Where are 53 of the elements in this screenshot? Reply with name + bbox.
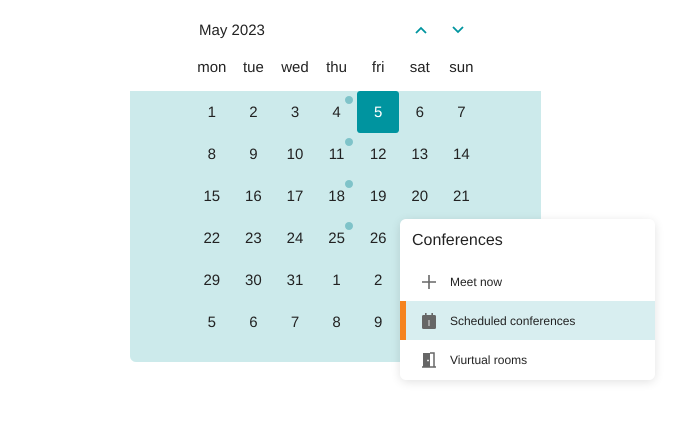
chevron-up-icon <box>415 26 427 34</box>
weekday-label: wed <box>280 58 310 76</box>
weekday-label: thu <box>325 58 348 76</box>
calendar-day[interactable]: 14 <box>440 133 482 175</box>
calendar-day[interactable]: 10 <box>274 133 316 175</box>
calendar-day[interactable]: 20 <box>398 175 441 217</box>
menu-title: Conferences <box>411 231 504 251</box>
calendar-day[interactable]: 3 <box>274 91 316 133</box>
calendar-day[interactable]: 2 <box>357 259 399 301</box>
calendar-day[interactable]: 11 <box>316 133 358 175</box>
calendar-day[interactable]: 16 <box>232 175 274 217</box>
calendar-day[interactable]: 12 <box>357 133 399 175</box>
calendar-day[interactable]: 6 <box>398 91 441 133</box>
chevron-down-icon <box>452 26 464 34</box>
weekday-label: tue <box>242 58 265 76</box>
calendar-day[interactable]: 8 <box>191 133 233 175</box>
calendar-day[interactable]: 29 <box>191 259 233 301</box>
calendar-day[interactable]: 22 <box>191 217 233 259</box>
calendar-day[interactable]: 31 <box>274 259 316 301</box>
calendar-day[interactable]: 23 <box>232 217 274 259</box>
calendar-day[interactable]: 21 <box>440 175 482 217</box>
weekday-label: sat <box>408 58 431 76</box>
calendar-day[interactable]: 13 <box>398 133 441 175</box>
weekday-label: sun <box>448 58 474 76</box>
calendar-day[interactable]: 2 <box>232 91 274 133</box>
menu-item[interactable]: Meet now <box>400 262 655 301</box>
calendar-day[interactable]: 26 <box>357 217 399 259</box>
calendar-day[interactable]: 9 <box>357 301 399 343</box>
calendar-day[interactable]: 15 <box>191 175 233 217</box>
calendar-day[interactable]: 5 <box>191 301 233 343</box>
calendar-day[interactable]: 1 <box>191 91 233 133</box>
calendar-day[interactable]: 24 <box>274 217 316 259</box>
calendar-day[interactable]: 17 <box>274 175 316 217</box>
calendar-day[interactable]: 30 <box>232 259 274 301</box>
calendar-day[interactable]: 19 <box>357 175 399 217</box>
calendar-day[interactable]: 9 <box>232 133 274 175</box>
month-title: May 2023 <box>199 22 266 38</box>
weekday-label: fri <box>370 58 386 76</box>
calendar-icon <box>422 312 436 328</box>
calendar-day[interactable]: 6 <box>232 301 274 343</box>
menu-item[interactable]: Scheduled conferences <box>400 301 655 340</box>
calendar-day[interactable]: 4 <box>316 91 358 133</box>
calendar-day[interactable]: 5 <box>357 91 399 133</box>
calendar-day[interactable]: 1 <box>316 259 358 301</box>
plus-icon <box>422 274 436 288</box>
menu-item[interactable]: Viurtual rooms <box>400 340 655 379</box>
calendar-day[interactable]: 25 <box>316 217 358 259</box>
calendar-day[interactable]: 18 <box>316 175 358 217</box>
calendar-day[interactable]: 7 <box>440 91 482 133</box>
calendar-day[interactable]: 7 <box>274 301 316 343</box>
weekday-label: mon <box>196 58 228 76</box>
calendar-day[interactable]: 8 <box>316 301 358 343</box>
door-icon <box>422 352 436 368</box>
